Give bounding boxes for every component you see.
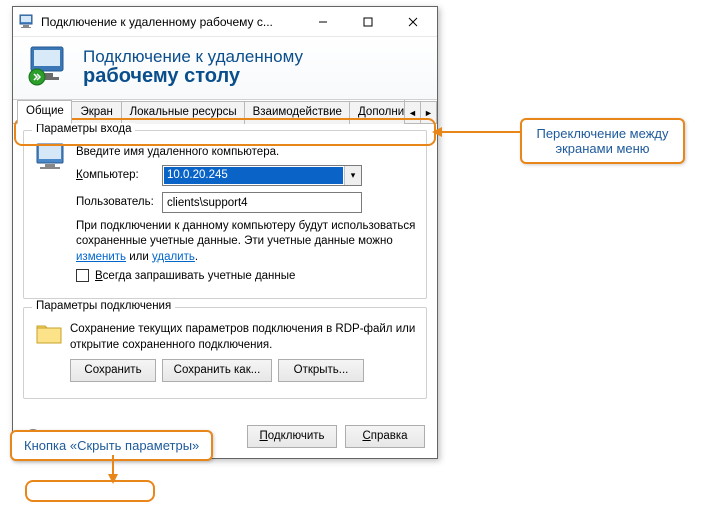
tab-general[interactable]: Общие	[17, 100, 72, 124]
always-ask-label: Всегда запрашивать учетные данные	[95, 270, 295, 282]
header-line2: рабочему столу	[83, 65, 303, 88]
titlebar: Подключение к удаленному рабочему с...	[13, 7, 437, 37]
always-ask-checkbox[interactable]	[76, 269, 89, 282]
computer-combo[interactable]: 10.0.20.245 ▾	[162, 165, 362, 186]
window-title: Подключение к удаленному рабочему с...	[41, 15, 300, 29]
tab-experience[interactable]: Взаимодействие	[244, 101, 350, 124]
callout-tabs-arrow	[438, 131, 520, 133]
close-button[interactable]	[390, 7, 435, 36]
computer-value[interactable]: 10.0.20.245	[164, 167, 343, 184]
connection-desc: Сохранение текущих параметров подключени…	[70, 322, 416, 353]
user-input[interactable]: clients\support4	[162, 192, 362, 213]
login-group-title: Параметры входа	[32, 123, 135, 135]
login-groupbox: Параметры входа Введите имя удаленного к…	[23, 130, 427, 299]
header-text: Подключение к удаленному рабочему столу	[83, 47, 303, 88]
callout-tabs-box: Переключение между экранами меню	[520, 118, 685, 164]
user-label: Пользователь:	[76, 196, 156, 208]
change-link[interactable]: изменить	[76, 251, 126, 263]
open-button[interactable]: Открыть...	[278, 359, 364, 382]
header-line1: Подключение к удаленному	[83, 47, 303, 67]
tab-scroll: ◄ ►	[404, 100, 437, 123]
header: Подключение к удаленному рабочему столу	[13, 37, 437, 100]
login-intro: Введите имя удаленного компьютера.	[76, 145, 416, 161]
tab-display[interactable]: Экран	[71, 101, 121, 124]
always-ask-row: Всегда запрашивать учетные данные	[76, 269, 416, 282]
tab-bar: Общие Экран Локальные ресурсы Взаимодейс…	[13, 100, 437, 124]
credentials-note: При подключении к данному компьютеру буд…	[76, 219, 416, 266]
computer-icon	[34, 141, 70, 177]
connection-groupbox: Параметры подключения Сохранение текущих…	[23, 307, 427, 399]
tab-scroll-left[interactable]: ◄	[405, 101, 421, 124]
help-button[interactable]: Справка	[345, 425, 425, 448]
tab-content: Параметры входа Введите имя удаленного к…	[13, 124, 437, 415]
folder-icon	[34, 318, 64, 348]
maximize-button[interactable]	[345, 7, 390, 36]
tab-advanced[interactable]: Дополни	[349, 101, 405, 124]
save-button[interactable]: Сохранить	[70, 359, 156, 382]
save-as-button[interactable]: Сохранить как...	[162, 359, 272, 382]
callout-hide-highlight	[25, 480, 155, 502]
computer-label: Компьютер:	[76, 169, 156, 181]
arrow-down-icon	[107, 472, 119, 484]
connect-button[interactable]: Подключить	[247, 425, 337, 448]
app-icon	[19, 14, 35, 30]
connection-group-title: Параметры подключения	[32, 300, 175, 312]
arrow-left-icon	[432, 126, 444, 138]
delete-link[interactable]: удалить	[152, 251, 195, 263]
tab-scroll-right[interactable]: ►	[421, 101, 437, 124]
minimize-button[interactable]	[300, 7, 345, 36]
computer-dropdown-icon[interactable]: ▾	[344, 166, 361, 185]
tab-local-resources[interactable]: Локальные ресурсы	[121, 101, 245, 124]
titlebar-buttons	[300, 7, 435, 36]
rdp-window: Подключение к удаленному рабочему с...	[12, 6, 438, 459]
rdp-logo-icon	[27, 45, 71, 89]
